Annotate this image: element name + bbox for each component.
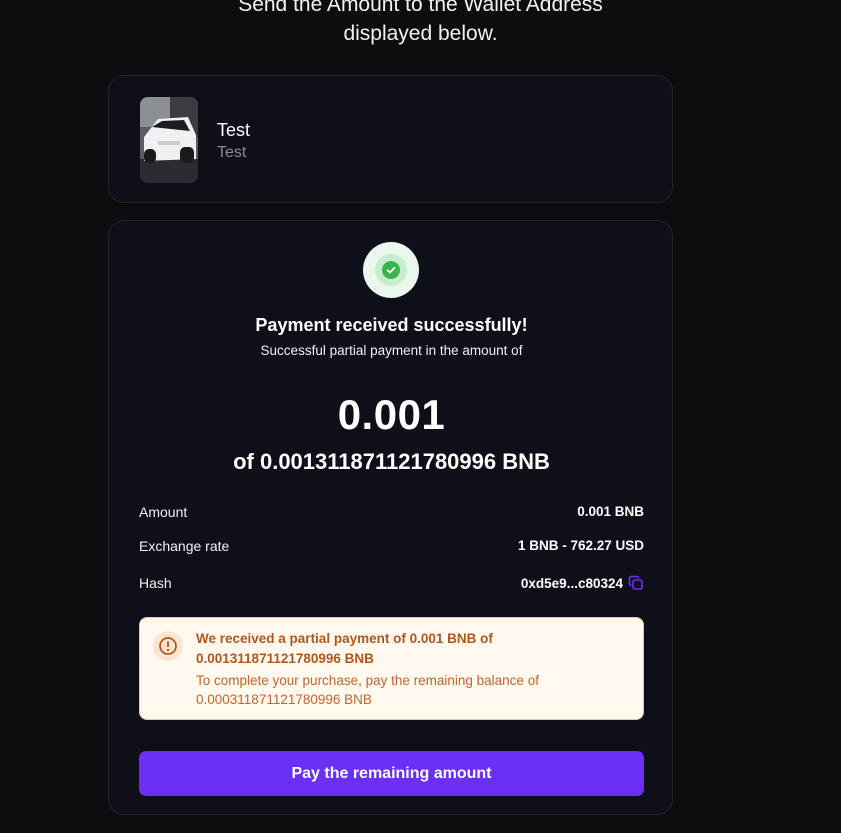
- hash-label: Hash: [139, 575, 172, 591]
- exchange-rate-value: 1 BNB - 762.27 USD: [517, 538, 644, 553]
- product-subtitle: Test: [217, 144, 247, 161]
- product-name: Test: [217, 120, 251, 140]
- instruction-line-2: displayed below.: [343, 22, 498, 45]
- amount-label: Amount: [139, 504, 188, 520]
- hash-value[interactable]: 0xd5e9...c80324: [521, 576, 623, 591]
- warning-heading: We received a partial payment of 0.001 B…: [196, 631, 493, 666]
- alert-circle-icon: [153, 631, 183, 661]
- product-image: [140, 97, 198, 183]
- detail-row-exchange-rate: Exchange rate 1 BNB - 762.27 USD: [139, 538, 644, 560]
- hash-value-group: 0xd5e9...c80324: [521, 575, 644, 591]
- partial-payment-warning: We received a partial payment of 0.001 B…: [139, 617, 644, 720]
- payment-status-title: Payment received successfully!: [255, 315, 528, 335]
- instruction-text: Send the Amount to the Wallet Address di…: [0, 0, 841, 48]
- payment-status-subtitle: Successful partial payment in the amount…: [260, 343, 523, 358]
- paid-amount: 0.001: [337, 391, 446, 438]
- warning-body: To complete your purchase, pay the remai…: [196, 673, 539, 707]
- detail-row-amount: Amount 0.001 BNB: [139, 504, 644, 526]
- product-card: Test Test: [108, 75, 673, 203]
- total-amount-text: of 0.00131187112178099​6 BNB: [233, 449, 550, 474]
- exchange-rate-label: Exchange rate: [139, 538, 230, 554]
- check-circle-icon: [363, 242, 419, 298]
- detail-row-hash: Hash 0xd5e9...c80324: [139, 575, 644, 597]
- pay-remaining-button[interactable]: Pay the remaining amount: [139, 751, 644, 796]
- copy-icon[interactable]: [628, 575, 644, 591]
- payment-status-card: Payment received successfully! Successfu…: [108, 220, 673, 815]
- total-amount: of 0.00131187112178099​6 BNB: [109, 449, 674, 475]
- instruction-line-1: Send the Amount to the Wallet Address: [238, 0, 603, 16]
- amount-value: 0.001 BNB: [577, 504, 644, 519]
